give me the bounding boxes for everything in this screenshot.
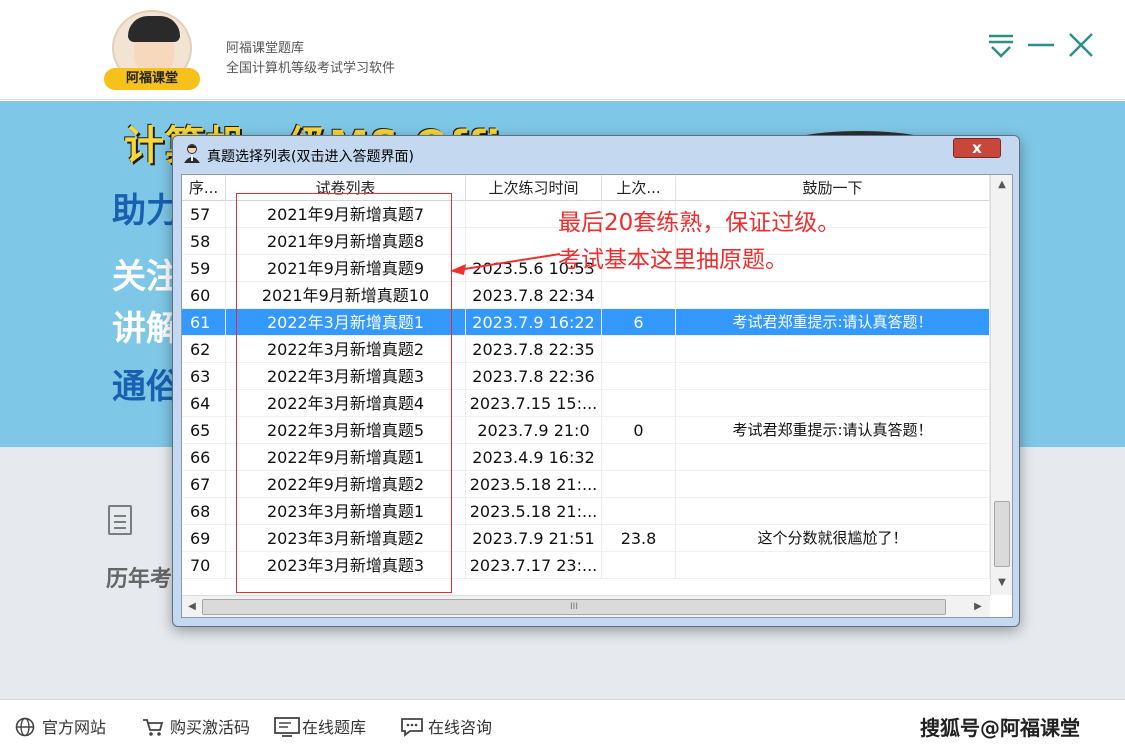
app-header: 阿福课堂 阿福课堂题库 全国计算机等级考试学习软件	[0, 0, 1125, 100]
row-time-cell: 2023.7.9 16:22	[466, 309, 602, 336]
row-message-cell: 这个分数就很尴尬了！	[676, 525, 990, 552]
row-time-cell: 2023.7.9 21:51	[466, 525, 602, 552]
row-time-cell: 2023.5.18 21:...	[466, 471, 602, 498]
scroll-up-arrow-icon[interactable]: ▲	[991, 175, 1012, 195]
close-icon[interactable]	[1066, 30, 1096, 60]
official-site-link[interactable]: 官方网站	[14, 714, 106, 738]
past-exams-label[interactable]: 历年考	[106, 561, 172, 593]
footer-bar: 官方网站 购买激活码 在线题库 在线咨询 搜狐号@阿福课堂	[0, 699, 1125, 750]
row-seq-cell: 59	[182, 255, 226, 282]
column-header-time[interactable]: 上次练习时间	[466, 175, 602, 201]
row-score-cell	[602, 552, 676, 579]
row-score-cell: 0	[602, 417, 676, 444]
globe-icon	[14, 717, 36, 737]
vertical-scrollbar[interactable]: ▲ ▼	[990, 175, 1012, 595]
dialog-title: 真题选择列表(双击进入答题界面)	[207, 149, 414, 165]
row-message-cell: 考试君郑重提示:请认真答题！	[676, 417, 990, 444]
scroll-right-arrow-icon[interactable]: ▶	[968, 596, 988, 617]
vertical-scroll-thumb[interactable]	[994, 501, 1010, 567]
source-watermark: 搜狐号@阿福课堂	[920, 716, 1080, 740]
row-seq-cell: 62	[182, 336, 226, 363]
row-score-cell: 6	[602, 309, 676, 336]
horizontal-scroll-thumb[interactable]: III	[202, 599, 946, 615]
app-subtitle: 全国计算机等级考试学习软件	[226, 61, 396, 76]
banner-line-3: 讲解	[112, 309, 180, 349]
row-time-cell: 2023.4.9 16:32	[466, 444, 602, 471]
row-score-cell	[602, 282, 676, 309]
row-message-cell	[676, 498, 990, 525]
row-seq-cell: 69	[182, 525, 226, 552]
official-site-label: 官方网站	[42, 718, 107, 737]
banner-line-4: 通俗	[112, 367, 180, 407]
row-score-cell: 23.8	[602, 525, 676, 552]
online-bank-link[interactable]: 在线题库	[274, 714, 366, 738]
column-header-message[interactable]: 鼓励一下	[676, 175, 990, 201]
banner-line-1: 助力	[112, 191, 180, 231]
row-score-cell	[602, 363, 676, 390]
row-message-cell	[676, 390, 990, 417]
annotation-arrow-icon	[450, 253, 561, 275]
banner-line-2: 关注	[112, 257, 180, 297]
cart-icon	[142, 717, 164, 737]
document-icon[interactable]	[108, 505, 132, 535]
row-score-cell	[602, 336, 676, 363]
app-title: 阿福课堂题库	[226, 41, 305, 56]
row-seq-cell: 58	[182, 228, 226, 255]
row-seq-cell: 68	[182, 498, 226, 525]
monitor-icon	[274, 717, 300, 737]
online-consult-label: 在线咨询	[428, 718, 493, 737]
scroll-left-arrow-icon[interactable]: ◀	[182, 596, 202, 617]
row-seq-cell: 64	[182, 390, 226, 417]
row-message-cell	[676, 336, 990, 363]
row-time-cell: 2023.5.18 21:...	[466, 498, 602, 525]
row-seq-cell: 60	[182, 282, 226, 309]
logo-badge: 阿福课堂	[104, 68, 200, 90]
row-score-cell	[602, 444, 676, 471]
online-consult-link[interactable]: 在线咨询	[400, 714, 492, 738]
row-score-cell	[602, 498, 676, 525]
row-time-cell: 2023.7.8 22:36	[466, 363, 602, 390]
row-message-cell	[676, 552, 990, 579]
row-seq-cell: 57	[182, 201, 226, 228]
buy-code-label: 购买激活码	[170, 718, 251, 737]
column-header-score[interactable]: 上次...	[602, 175, 676, 201]
online-bank-label: 在线题库	[302, 718, 367, 737]
annotation-line-1: 最后20套练熟，保证过级。	[558, 210, 841, 236]
annotation-line-2: 考试基本这里抽原题。	[558, 247, 788, 273]
row-time-cell: 2023.7.8 22:34	[466, 282, 602, 309]
row-message-cell	[676, 444, 990, 471]
minimize-icon[interactable]	[1026, 30, 1056, 60]
horizontal-scrollbar[interactable]: ◀ III ▶	[182, 595, 990, 617]
row-seq-cell: 61	[182, 309, 226, 336]
row-score-cell	[602, 390, 676, 417]
highlight-box	[236, 193, 452, 593]
row-time-cell: 2023.7.15 15:...	[466, 390, 602, 417]
row-message-cell	[676, 471, 990, 498]
row-time-cell: 2023.7.8 22:35	[466, 336, 602, 363]
row-seq-cell: 66	[182, 444, 226, 471]
row-score-cell	[602, 471, 676, 498]
buy-code-link[interactable]: 购买激活码	[142, 714, 250, 738]
row-seq-cell: 65	[182, 417, 226, 444]
row-message-cell	[676, 363, 990, 390]
menu-down-icon[interactable]	[986, 30, 1016, 60]
row-message-cell: 考试君郑重提示:请认真答题！	[676, 309, 990, 336]
column-header-seq[interactable]: 序...	[182, 175, 226, 201]
row-seq-cell: 67	[182, 471, 226, 498]
app-logo: 阿福课堂	[104, 8, 200, 90]
person-icon	[183, 143, 201, 163]
row-time-cell: 2023.7.17 23:...	[466, 552, 602, 579]
row-seq-cell: 70	[182, 552, 226, 579]
row-time-cell: 2023.7.9 21:0	[466, 417, 602, 444]
row-message-cell	[676, 282, 990, 309]
chat-icon	[400, 717, 423, 737]
row-seq-cell: 63	[182, 363, 226, 390]
dialog-close-button[interactable]: x	[953, 138, 1001, 158]
scroll-down-arrow-icon[interactable]: ▼	[991, 573, 1012, 593]
